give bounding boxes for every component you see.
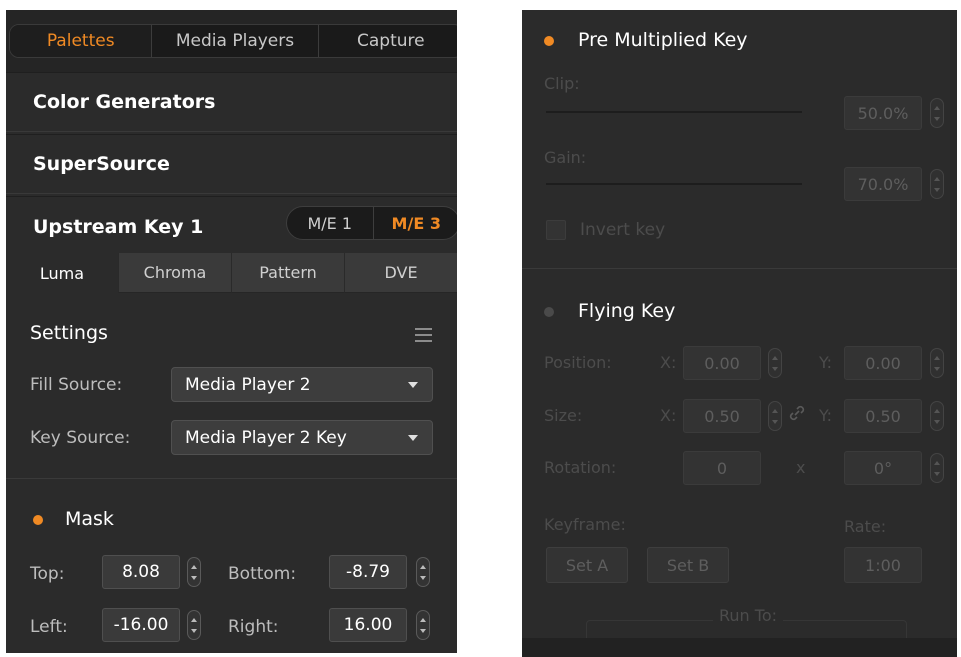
gain-stepper[interactable]	[930, 169, 944, 199]
premultiplied-label: Pre Multiplied Key	[578, 29, 748, 51]
divider	[6, 478, 457, 479]
invert-key-checkbox[interactable]	[546, 220, 566, 240]
clip-input[interactable]: 50.0%	[844, 96, 922, 130]
clip-slider[interactable]	[546, 111, 802, 113]
keyframe-label: Keyframe:	[544, 515, 626, 534]
rotation-degrees-input[interactable]: 0°	[844, 451, 922, 485]
set-b-button[interactable]: Set B	[647, 547, 729, 583]
rotation-stepper[interactable]	[930, 453, 944, 483]
size-y-input[interactable]: 0.50	[844, 399, 922, 433]
mask-label: Mask	[65, 508, 114, 530]
gain-input[interactable]: 70.0%	[844, 167, 922, 201]
position-x-label: X:	[660, 353, 677, 372]
invert-key-label: Invert key	[580, 220, 666, 240]
rate-input[interactable]: 1:00	[844, 547, 922, 583]
mask-toggle-icon[interactable]	[33, 515, 43, 525]
me-3-button[interactable]: M/E 3	[374, 207, 458, 239]
key-source-dropdown[interactable]: Media Player 2 Key	[171, 420, 433, 455]
mask-left-input[interactable]: -16.00	[102, 608, 180, 642]
position-y-input[interactable]: 0.00	[844, 346, 922, 380]
mask-right-input[interactable]: 16.00	[329, 608, 407, 642]
rotation-separator: x	[796, 458, 806, 477]
upstream-key-palette: Palettes Media Players Capture Color Gen…	[6, 10, 457, 653]
size-x-label: X:	[660, 406, 677, 425]
fill-source-dropdown[interactable]: Media Player 2	[171, 367, 433, 402]
position-label: Position:	[544, 353, 612, 372]
link-icon[interactable]	[788, 404, 806, 422]
divider	[522, 268, 957, 269]
mask-right-stepper[interactable]	[416, 610, 430, 640]
chevron-down-icon	[408, 382, 418, 388]
position-y-stepper[interactable]	[930, 348, 944, 378]
mask-bottom-label: Bottom:	[228, 564, 297, 584]
gain-slider[interactable]	[546, 183, 802, 185]
rate-label: Rate:	[844, 517, 887, 536]
run-to-buttons-bar	[522, 638, 957, 657]
mask-top-input[interactable]: 8.08	[102, 555, 180, 589]
tab-pattern[interactable]: Pattern	[231, 253, 344, 293]
mask-left-label: Left:	[30, 617, 68, 637]
run-to-label: Run To:	[713, 606, 783, 625]
settings-title: Settings	[30, 322, 108, 344]
position-x-stepper[interactable]	[768, 348, 782, 378]
set-a-button[interactable]: Set A	[546, 547, 628, 583]
rotation-turns-input[interactable]: 0	[683, 451, 761, 485]
fill-source-value: Media Player 2	[185, 374, 311, 395]
flying-key-label: Flying Key	[578, 300, 676, 322]
palette-tab-bar: Palettes Media Players Capture	[6, 10, 457, 72]
settings-menu-icon[interactable]	[415, 328, 432, 346]
mask-top-label: Top:	[30, 564, 65, 584]
position-x-input[interactable]: 0.00	[683, 346, 761, 380]
gain-label: Gain:	[544, 148, 587, 167]
tab-chroma[interactable]: Chroma	[118, 253, 231, 293]
mask-top-stepper[interactable]	[187, 557, 201, 587]
size-label: Size:	[544, 406, 583, 425]
size-x-input[interactable]: 0.50	[683, 399, 761, 433]
mask-right-label: Right:	[228, 617, 279, 637]
clip-label: Clip:	[544, 74, 580, 93]
tab-capture[interactable]: Capture	[319, 25, 457, 57]
premultiplied-toggle-icon[interactable]	[544, 36, 554, 46]
size-y-label: Y:	[819, 406, 833, 425]
color-generators-header[interactable]: Color Generators	[6, 72, 457, 132]
key-source-value: Media Player 2 Key	[185, 427, 347, 448]
position-y-label: Y:	[819, 353, 833, 372]
tab-media-players[interactable]: Media Players	[152, 25, 319, 57]
tab-luma[interactable]: Luma	[6, 253, 118, 293]
rotation-label: Rotation:	[544, 458, 617, 477]
me-1-button[interactable]: M/E 1	[287, 207, 374, 239]
mask-bottom-input[interactable]: -8.79	[329, 555, 407, 589]
key-source-label: Key Source:	[30, 428, 131, 448]
mask-bottom-stepper[interactable]	[416, 557, 430, 587]
size-y-stepper[interactable]	[930, 401, 944, 431]
clip-stepper[interactable]	[930, 98, 944, 128]
chevron-down-icon	[408, 435, 418, 441]
key-settings-panel: Pre Multiplied Key Clip: 50.0% Gain: 70.…	[522, 10, 957, 657]
tab-palettes[interactable]: Palettes	[10, 25, 153, 57]
key-type-tabs: Luma Chroma Pattern DVE	[6, 253, 457, 293]
me-selector: M/E 1 M/E 3	[286, 206, 457, 240]
fill-source-label: Fill Source:	[30, 375, 123, 395]
flying-key-toggle-icon[interactable]	[544, 307, 554, 317]
tab-dve[interactable]: DVE	[344, 253, 457, 293]
supersource-header[interactable]: SuperSource	[6, 134, 457, 194]
size-x-stepper[interactable]	[768, 401, 782, 431]
mask-left-stepper[interactable]	[187, 610, 201, 640]
